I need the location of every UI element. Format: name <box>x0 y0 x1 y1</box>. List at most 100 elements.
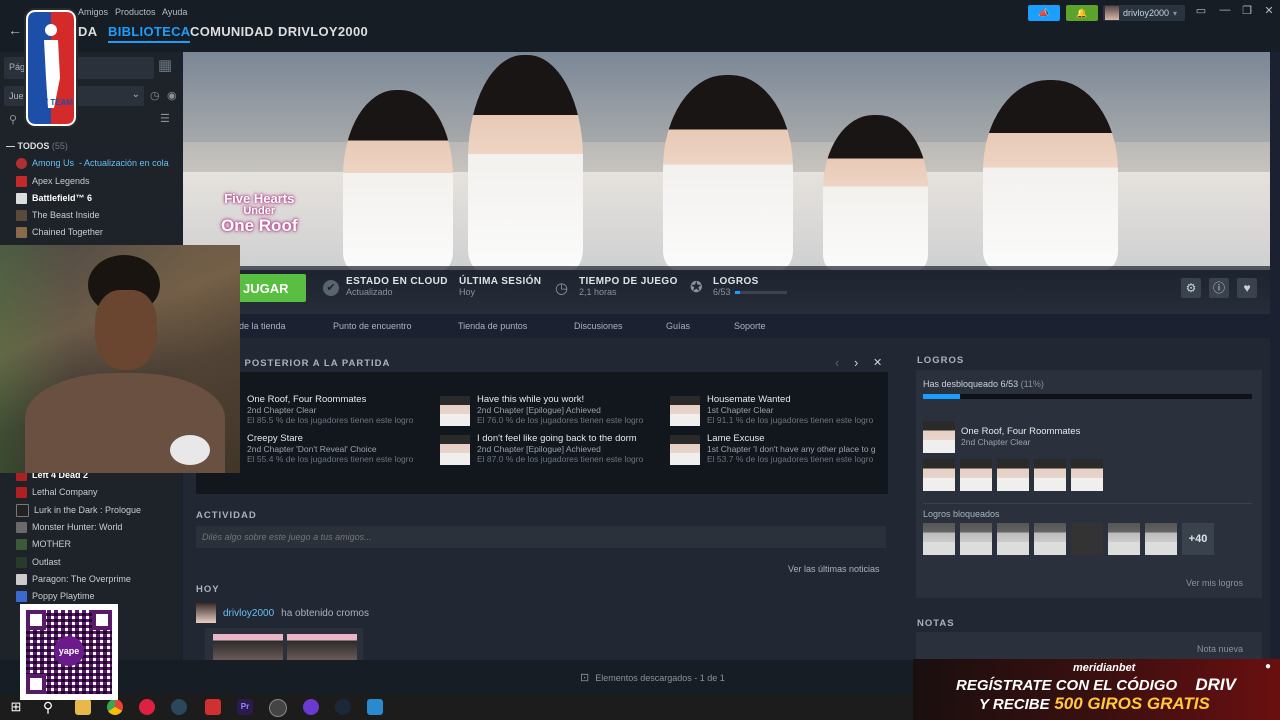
file-explorer-icon[interactable] <box>75 699 91 715</box>
play-button[interactable]: JUGAR <box>238 274 306 302</box>
media-player-icon[interactable] <box>139 699 155 715</box>
chrome-icon[interactable] <box>107 699 123 715</box>
back-arrow-icon[interactable]: ← <box>8 22 22 38</box>
yape-qr-code: yape <box>20 604 118 700</box>
play-circle-icon[interactable]: ◉ <box>167 89 177 102</box>
event-user-link[interactable]: drivloy2000 <box>223 608 274 619</box>
settings-button[interactable]: ⚙ <box>1181 278 1201 298</box>
sidebar-game-among-us[interactable]: Among Us - Actualización en cola <box>16 155 169 171</box>
subnav-store-page[interactable]: de la tienda <box>239 321 286 331</box>
sidebar-game-paragon[interactable]: Paragon: The Overprime <box>16 571 131 587</box>
logo-text: DRIV TEAM <box>29 98 73 107</box>
premiere-icon[interactable]: Pr <box>237 699 253 715</box>
achievement-icon[interactable] <box>1034 459 1066 491</box>
windows-start-icon[interactable]: ⊞ <box>8 699 24 715</box>
menu-help[interactable]: Ayuda <box>162 7 187 17</box>
notes-panel: Nota nueva <box>916 632 1262 660</box>
subnav-community-hub[interactable]: Punto de encuentro <box>333 321 412 331</box>
filter-label: Jue <box>9 91 24 101</box>
trading-card[interactable] <box>213 634 283 660</box>
ad-line2: Y RECIBE 500 GIROS GRATIS <box>979 694 1210 714</box>
grid-view-icon[interactable]: ▦ <box>158 56 172 74</box>
character-figure <box>823 115 928 270</box>
achievement-icon[interactable] <box>960 459 992 491</box>
new-note-button[interactable]: Nota nueva <box>1197 644 1243 654</box>
game-icon <box>16 209 27 221</box>
screen-icon[interactable]: ▭ <box>1192 4 1210 17</box>
nav-community[interactable]: COMUNIDAD <box>190 24 274 39</box>
sidebar-game-beast-inside[interactable]: The Beast Inside <box>16 207 100 223</box>
sidebar-game-mother[interactable]: MOTHER <box>16 536 71 552</box>
obs-icon[interactable] <box>269 699 287 717</box>
activity-title: ACTIVIDAD <box>196 510 257 521</box>
sidebar-game-lethal-company[interactable]: Lethal Company <box>16 484 98 500</box>
achievement-icon[interactable] <box>1071 459 1103 491</box>
search-icon[interactable]: ⚲ <box>9 113 17 126</box>
nav-library[interactable]: BIBLIOTECA <box>108 24 191 43</box>
ad-line1: REGÍSTRATE CON EL CÓDIGO DRIV <box>956 675 1236 695</box>
sidebar-game-lurk[interactable]: Lurk in the Dark : Prologue <box>16 502 141 518</box>
sidebar-game-monster-hunter[interactable]: Monster Hunter: World <box>16 519 122 535</box>
subnav-points-shop[interactable]: Tienda de puntos <box>458 321 527 331</box>
subnav-guides[interactable]: Guías <box>666 321 690 331</box>
steam-icon[interactable] <box>171 699 187 715</box>
chevron-right-icon[interactable]: › <box>854 355 858 370</box>
nav-profile[interactable]: DRIVLOY2000 <box>278 24 368 39</box>
locked-achievement-icon[interactable] <box>923 523 955 555</box>
game-name: Chained Together <box>32 227 103 237</box>
nav-store[interactable]: DA <box>78 24 97 39</box>
more-locked-button[interactable]: +40 <box>1182 523 1214 555</box>
news-link[interactable]: Ver las últimas noticias <box>788 564 880 574</box>
broadcast-button[interactable]: 📣 <box>1028 5 1060 21</box>
view-achievements-link[interactable]: Ver mis logros <box>1186 578 1243 588</box>
favorite-button[interactable]: ♥ <box>1237 278 1257 298</box>
achievement-icon[interactable] <box>997 459 1029 491</box>
divider <box>923 503 1252 504</box>
locked-achievement-icon[interactable] <box>1145 523 1177 555</box>
sidebar-game-apex[interactable]: Apex Legends <box>16 173 90 189</box>
menu-friends[interactable]: Amigos <box>78 7 108 17</box>
maximize-icon[interactable]: ❐ <box>1238 4 1256 17</box>
achievements-progress-fill <box>734 290 741 294</box>
account-menu[interactable]: drivloy2000 ▾ <box>1103 5 1185 21</box>
minimize-icon[interactable]: — <box>1216 4 1234 16</box>
chevron-left-icon[interactable]: ‹ <box>835 355 839 370</box>
close-icon[interactable]: ✕ <box>1260 4 1278 17</box>
downloads-status[interactable]: ⊡ Elementos descargados - 1 de 1 <box>580 671 725 684</box>
notifications-button[interactable]: 🔔 <box>1066 5 1098 21</box>
locked-achievement-icon[interactable] <box>960 523 992 555</box>
app-icon[interactable] <box>303 699 319 715</box>
achievement-icon[interactable] <box>923 459 955 491</box>
steam-icon[interactable] <box>335 699 351 715</box>
achievement-item: Lame Excuse 1st Chapter 'I don't have an… <box>707 433 885 464</box>
game-hero-image: Five Hearts Under One Roof <box>183 52 1270 270</box>
locked-achievement-icon[interactable] <box>1034 523 1066 555</box>
streaming-app-icon[interactable] <box>205 699 221 715</box>
clock-icon[interactable]: ◷ <box>150 89 160 102</box>
all-games-header[interactable]: — TODOS (55) <box>6 141 68 151</box>
filter-lines-icon[interactable]: ☰ <box>160 112 170 125</box>
driv-team-logo: DRIV TEAM <box>24 8 78 128</box>
achievements-progress <box>734 290 787 294</box>
info-button[interactable]: ⓘ <box>1209 278 1229 298</box>
sidebar-game-battlefield[interactable]: Battlefield™ 6 <box>16 190 92 206</box>
subnav-discussions[interactable]: Discusiones <box>574 321 623 331</box>
app-icon[interactable] <box>367 699 383 715</box>
sidebar-game-poppy[interactable]: Poppy Playtime <box>16 588 95 604</box>
game-name: Poppy Playtime <box>32 591 95 601</box>
subnav-support[interactable]: Soporte <box>734 321 766 331</box>
activity-input[interactable] <box>196 526 886 548</box>
locked-achievement-icon[interactable] <box>997 523 1029 555</box>
sidebar-game-outlast[interactable]: Outlast <box>16 554 61 570</box>
achievements-stat[interactable]: LOGROS 6/53 <box>713 276 787 297</box>
sidebar-game-chained[interactable]: Chained Together <box>16 224 103 240</box>
trading-card[interactable] <box>287 634 357 660</box>
search-icon[interactable]: ⚲ <box>40 699 56 715</box>
close-icon[interactable]: ✕ <box>873 356 882 369</box>
menu-products[interactable]: Productos <box>115 7 156 17</box>
last-session: ÚLTIMA SESIÓN Hoy <box>459 276 541 297</box>
locked-achievement-icon[interactable] <box>1071 523 1103 555</box>
postgame-title: N POSTERIOR A LA PARTIDA <box>233 358 391 369</box>
locked-achievement-icon[interactable] <box>1108 523 1140 555</box>
achievement-title: One Roof, Four Roommates <box>247 394 367 405</box>
